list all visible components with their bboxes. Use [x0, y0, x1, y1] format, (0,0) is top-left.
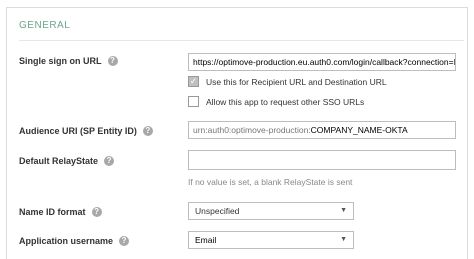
help-icon[interactable]: ? [119, 236, 130, 246]
relay-state-hint: If no value is set, a blank RelayState i… [188, 177, 353, 187]
relay-state-input[interactable] [188, 150, 456, 170]
chevron-down-icon: ▼ [340, 207, 347, 214]
name-id-format-value: Unspecified [195, 206, 240, 216]
name-id-format-label-text: Name ID format [19, 207, 86, 217]
other-sso-checkbox-label: Allow this app to request other SSO URLs [206, 96, 365, 107]
audience-uri-label: Audience URI (SP Entity ID) ? [19, 126, 153, 136]
sso-url-label-text: Single sign on URL [19, 56, 102, 66]
name-id-format-select[interactable]: Unspecified ▼ [188, 202, 354, 220]
recipient-url-checkbox[interactable]: ✓ [188, 76, 199, 87]
other-sso-checkbox-row[interactable]: Allow this app to request other SSO URLs [188, 96, 364, 107]
recipient-url-checkbox-row[interactable]: ✓ Use this for Recipient URL and Destina… [188, 76, 387, 87]
audience-uri-input[interactable]: urn:auth0:optimove-production:COMPANY_NA… [188, 121, 456, 139]
section-divider [19, 40, 464, 41]
relay-state-label: Default RelayState ? [19, 156, 115, 166]
app-username-select[interactable]: Email ▼ [188, 231, 354, 249]
help-icon[interactable]: ? [91, 207, 102, 217]
sso-url-value: https://optimove-production.eu.auth0.com… [193, 57, 456, 67]
sso-url-input[interactable]: https://optimove-production.eu.auth0.com… [188, 53, 456, 71]
help-icon[interactable]: ? [107, 56, 118, 66]
audience-uri-prefix: urn:auth0:optimove-production: [193, 125, 311, 135]
recipient-url-checkbox-label: Use this for Recipient URL and Destinati… [206, 76, 387, 87]
section-title: GENERAL [19, 20, 71, 31]
help-icon[interactable]: ? [142, 126, 153, 136]
app-username-value: Email [195, 235, 217, 245]
chevron-down-icon: ▼ [340, 236, 347, 243]
app-username-label: Application username ? [19, 236, 130, 246]
audience-uri-suffix: COMPANY_NAME-OKTA [310, 125, 408, 135]
sso-url-label: Single sign on URL ? [19, 56, 118, 66]
name-id-format-label: Name ID format ? [19, 207, 102, 217]
relay-state-label-text: Default RelayState [19, 156, 99, 166]
other-sso-checkbox[interactable] [188, 96, 199, 107]
app-username-label-text: Application username [19, 236, 114, 246]
help-icon[interactable]: ? [104, 156, 115, 166]
audience-uri-label-text: Audience URI (SP Entity ID) [19, 126, 137, 136]
